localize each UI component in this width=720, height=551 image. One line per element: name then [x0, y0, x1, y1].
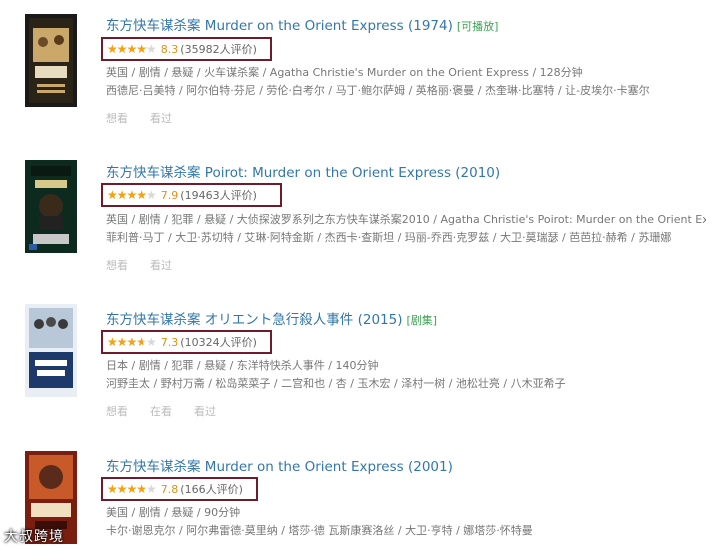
action-links: 想看 看过 [106, 110, 194, 126]
rating-stars: ★★★★★★★★★★ [107, 482, 157, 496]
rating-stars: ★★★★★★★★★★ [107, 42, 157, 56]
rating-score: 7.8 [160, 482, 179, 496]
watching-link[interactable]: 在看 [150, 405, 172, 418]
rating-highlight: ★★★★★★★★★★ 8.3 (35982人评价) [101, 37, 272, 61]
action-links: 想看 看过 [106, 257, 194, 273]
rating-stars-fill: ★★★★★ [107, 43, 148, 55]
rating-count[interactable]: (35982人评价) [180, 41, 257, 57]
rating-score: 7.9 [160, 188, 179, 202]
rating-highlight: ★★★★★★★★★★ 7.8 (166人评价) [101, 477, 258, 501]
rating-highlight: ★★★★★★★★★★ 7.9 (19463人评价) [101, 183, 282, 207]
rating-highlight: ★★★★★★★★★★ 7.3 (10324人评价) [101, 330, 272, 354]
movie-title-text[interactable]: 东方快车谋杀案 Murder on the Orient Express (19… [106, 18, 453, 34]
movie-title[interactable]: 东方快车谋杀案 オリエント急行殺人事件 (2015) [剧集] [106, 308, 437, 328]
want-to-watch-link[interactable]: 想看 [106, 259, 128, 272]
want-to-watch-link[interactable]: 想看 [106, 112, 128, 125]
watched-link[interactable]: 看过 [194, 405, 216, 418]
rating-stars: ★★★★★★★★★★ [107, 188, 157, 202]
rating-count[interactable]: (10324人评价) [180, 334, 257, 350]
movie-meta: 美国 / 剧情 / 悬疑 / 90分钟 [106, 506, 241, 519]
movie-poster[interactable] [25, 160, 77, 253]
rating-score: 8.3 [160, 42, 179, 56]
movie-poster[interactable] [25, 304, 77, 397]
want-to-watch-link[interactable]: 想看 [106, 405, 128, 418]
rating-stars-fill: ★★★★★ [107, 189, 146, 201]
movie-cast: 菲利普·马丁 / 大卫·苏切特 / 艾琳·阿特金斯 / 杰西卡·查斯坦 / 玛丽… [106, 231, 672, 244]
movie-meta: 英国 / 剧情 / 犯罪 / 悬疑 / 大侦探波罗系列之东方快车谋杀案2010 … [106, 213, 706, 226]
action-links: 想看 在看 看过 [106, 403, 238, 419]
movie-title-text[interactable]: 东方快车谋杀案 Poirot: Murder on the Orient Exp… [106, 165, 500, 181]
movie-title[interactable]: 东方快车谋杀案 Poirot: Murder on the Orient Exp… [106, 161, 500, 181]
movie-cast: 西德尼·吕美特 / 阿尔伯特·芬尼 / 劳伦·白考尔 / 马丁·鲍尔萨姆 / 英… [106, 84, 650, 97]
movie-poster[interactable] [25, 14, 77, 107]
rating-stars: ★★★★★★★★★★ [107, 335, 157, 349]
movie-title[interactable]: 东方快车谋杀案 Murder on the Orient Express (19… [106, 14, 498, 34]
rating-score: 7.3 [160, 335, 179, 349]
movie-meta: 日本 / 剧情 / 犯罪 / 悬疑 / 东洋特快杀人事件 / 140分钟 [106, 359, 379, 372]
watched-link[interactable]: 看过 [150, 112, 172, 125]
playable-tag[interactable]: [可播放] [457, 20, 499, 33]
rating-stars-fill: ★★★★★ [107, 336, 143, 348]
movie-title-text[interactable]: 东方快车谋杀案 オリエント急行殺人事件 (2015) [106, 312, 402, 328]
movie-cast: 卡尔·谢恩克尔 / 阿尔弗雷德·莫里纳 / 塔莎·德 瓦斯康赛洛丝 / 大卫·亨… [106, 524, 533, 537]
rating-stars-fill: ★★★★★ [107, 483, 146, 495]
watched-link[interactable]: 看过 [150, 259, 172, 272]
movie-title-text[interactable]: 东方快车谋杀案 Murder on the Orient Express (20… [106, 459, 453, 475]
movie-cast: 河野圭太 / 野村万斋 / 松岛菜菜子 / 二宫和也 / 杏 / 玉木宏 / 泽… [106, 377, 566, 390]
series-tag[interactable]: [剧集] [406, 314, 437, 327]
rating-count[interactable]: (166人评价) [180, 481, 243, 497]
watermark: 大叔跨境 [4, 529, 64, 545]
movie-meta: 英国 / 剧情 / 悬疑 / 火车谋杀案 / Agatha Christie's… [106, 66, 583, 79]
movie-title[interactable]: 东方快车谋杀案 Murder on the Orient Express (20… [106, 455, 453, 475]
rating-count[interactable]: (19463人评价) [180, 187, 257, 203]
